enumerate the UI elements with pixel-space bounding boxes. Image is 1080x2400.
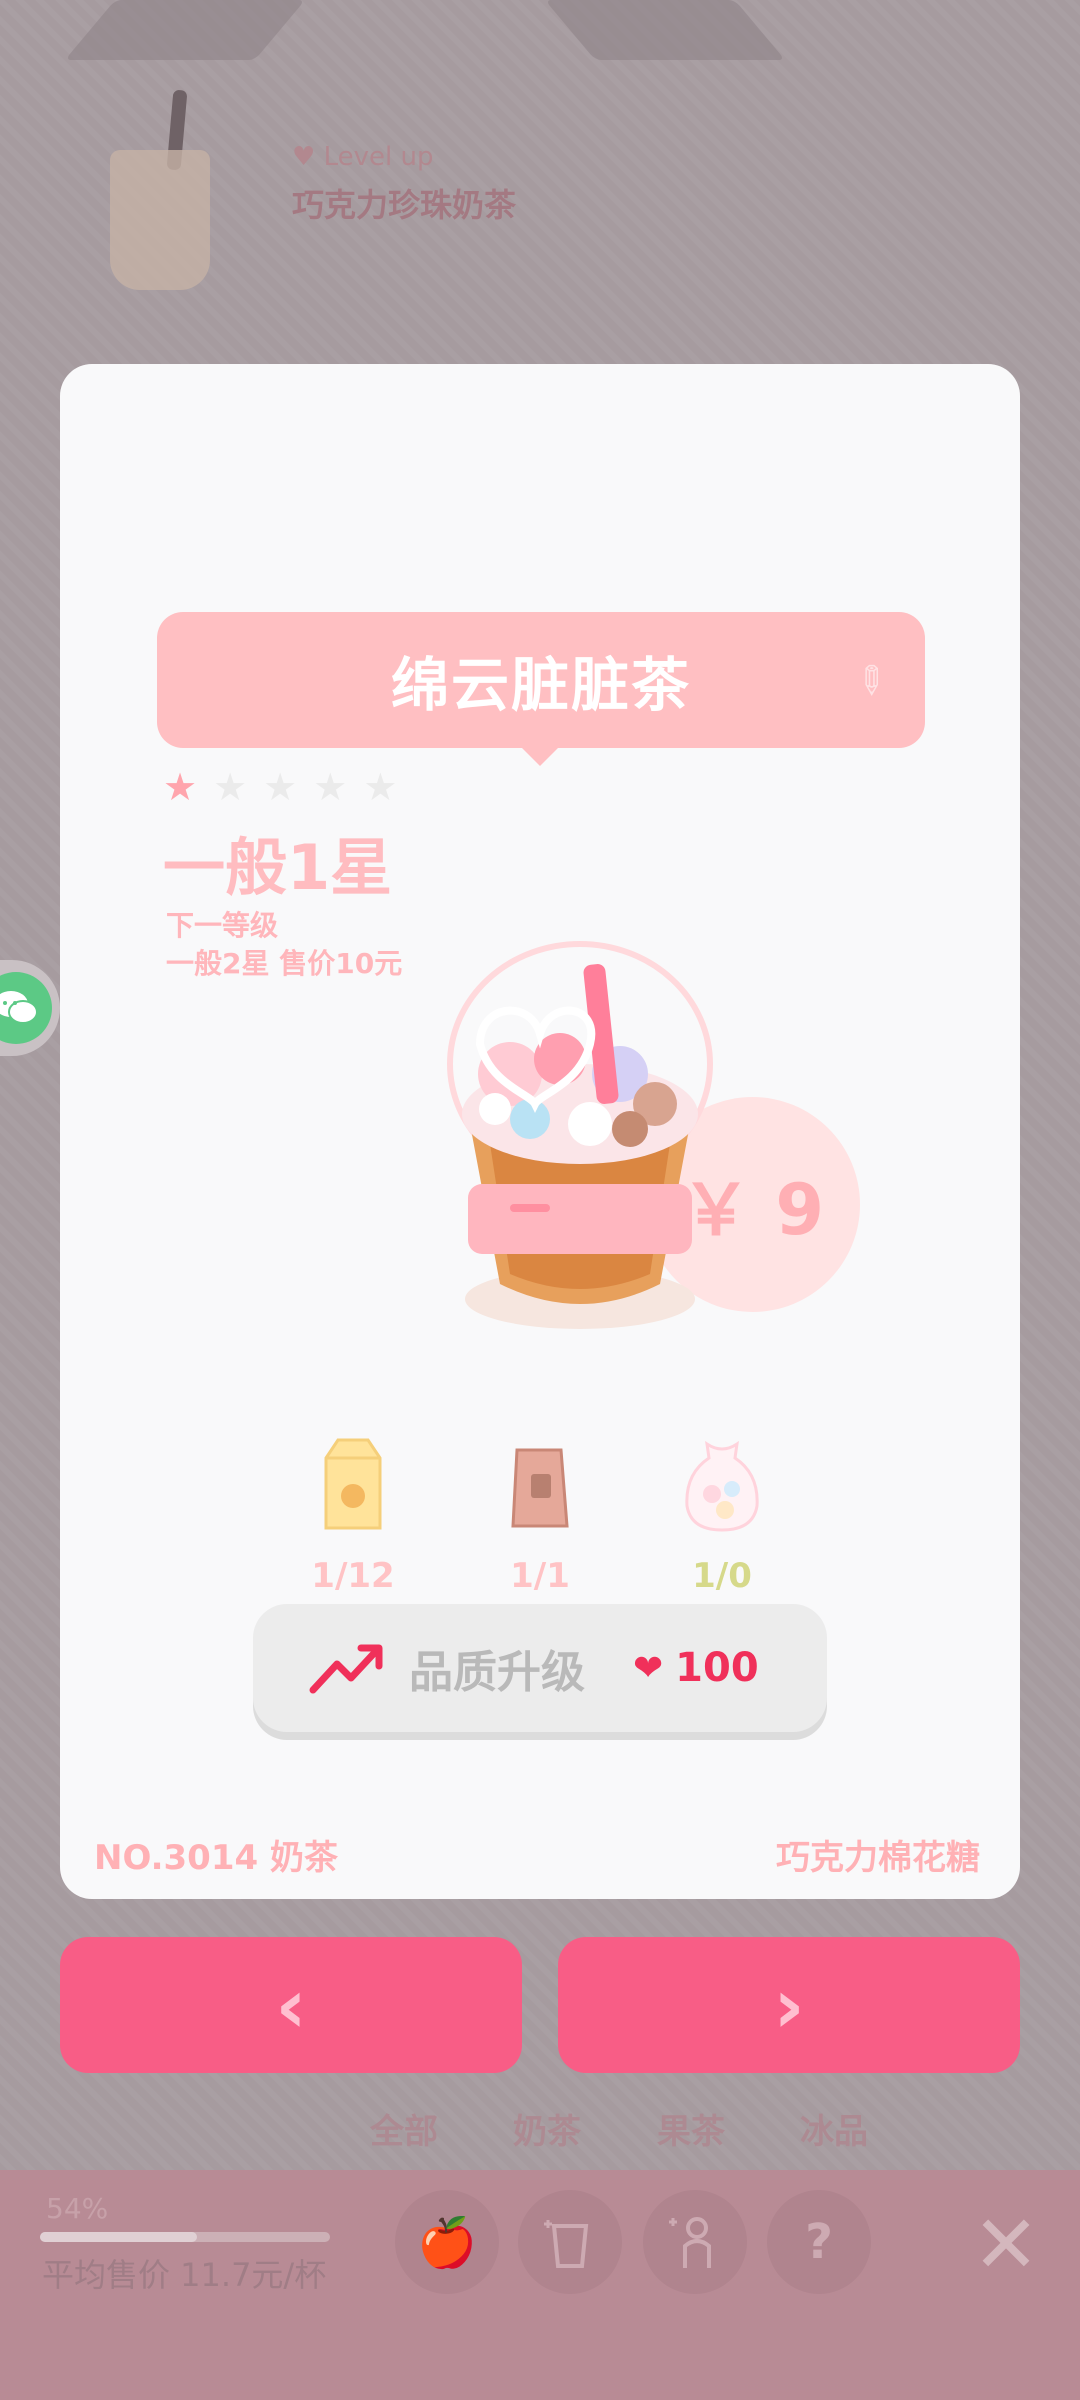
tab-all[interactable]: 全部 [370,2104,438,2153]
pencil-icon[interactable]: ✎ [844,654,904,711]
ingredient-tea: 1/1 [480,1434,600,1596]
question-icon: ? [805,2214,833,2270]
ingredient-marshmallow: 1/0 [662,1434,782,1596]
drink-subtitle: 巧克力棉花糖 [776,1838,980,1878]
ingredient-count: 1/1 [510,1556,570,1596]
chat-icon [0,991,38,1024]
next-level-info: 一般2星 售价10元 [166,947,403,980]
tab-milk-tea[interactable]: 奶茶 [513,2104,581,2153]
progress-fill [40,2232,197,2242]
cup-plus-icon [544,2220,589,2268]
heart-icon: ❤ [633,1647,664,1689]
banner-pointer [522,748,558,766]
background-level-up-label: ♥ Level up [292,142,434,172]
drink-number: NO.3014 奶茶 [94,1838,338,1878]
trend-up-icon [309,1644,383,1694]
progress-percent: 54% [46,2192,109,2225]
ingredient-count: 1/0 [692,1556,752,1596]
chevron-right-icon: › [773,1960,805,2050]
help-button[interactable]: ? [767,2190,871,2294]
quality-upgrade-button[interactable]: 品质升级 ❤ 100 [253,1604,827,1732]
marshmallow-bag-icon [685,1440,759,1532]
star-empty-icon: ★ [363,765,398,809]
tab-fruit-tea[interactable]: 果茶 [657,2104,725,2153]
background-drink-name: 巧克力珍珠奶茶 [292,186,517,224]
add-cup-button[interactable] [518,2190,622,2294]
drink-illustration [447,941,713,1329]
star-empty-icon: ★ [263,765,298,809]
ingredient-milk: 1/12 [293,1434,413,1596]
upgrade-cost: 100 [675,1645,759,1691]
close-button[interactable]: ✕ [966,2205,1046,2285]
upgrade-label: 品质升级 [409,1647,585,1698]
category-tabs: 全部 奶茶 果茶 冰品 [0,2104,1080,2152]
level-title: 一般1星 [163,831,393,904]
tab-ice[interactable]: 冰品 [800,2104,868,2153]
person-plus-icon [669,2217,711,2268]
add-staff-button[interactable] [643,2190,747,2294]
milk-carton-icon [324,1438,382,1530]
drink-detail-dialog: 绵云脏脏茶 ✎ ★ ★ ★ ★ ★ 一般1星 下一等级 一般2星 售价10元 ￥ 9 1… [60,364,1020,1899]
progress-bar [40,2232,330,2242]
drink-name-banner[interactable]: 绵云脏脏茶 ✎ [157,612,925,748]
star-empty-icon: ★ [213,765,248,809]
heart-icon: ♥ [292,142,324,172]
tea-bag-icon [511,1448,569,1528]
background-drink-image [110,89,210,290]
drink-name: 绵云脏脏茶 [390,651,691,719]
average-price: 平均售价 11.7元/杯 [42,2256,327,2294]
ingredient-count: 1/12 [311,1556,395,1596]
apple-button[interactable]: 🍎 [395,2190,499,2294]
apple-icon: 🍎 [417,2214,477,2271]
previous-button[interactable]: ‹ [60,1937,522,2073]
close-icon: ✕ [972,2198,1040,2291]
chevron-left-icon: ‹ [275,1960,307,2050]
star-rating: ★ ★ ★ ★ ★ [163,768,397,806]
next-button[interactable]: › [558,1937,1020,2073]
star-filled-icon: ★ [163,765,198,809]
star-empty-icon: ★ [313,765,348,809]
next-level-label: 下一等级 [166,909,279,942]
